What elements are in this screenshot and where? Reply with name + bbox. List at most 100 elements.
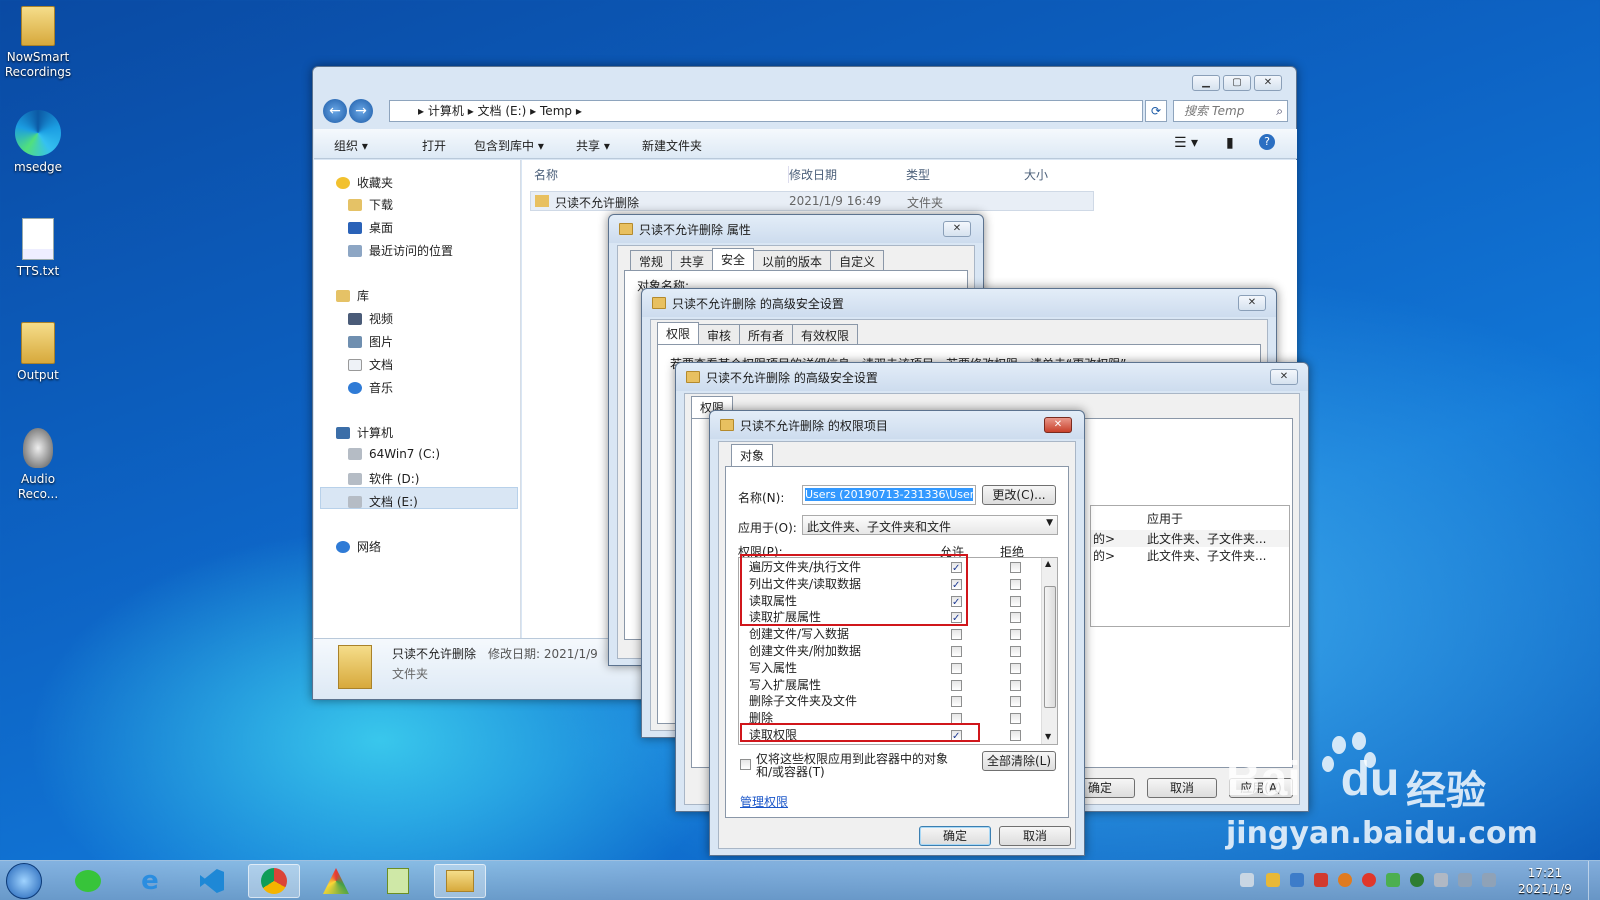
forward-icon[interactable]: → bbox=[349, 99, 373, 123]
desktop-icon-audio[interactable]: Audio Reco... bbox=[2, 428, 74, 502]
close-button[interactable]: ✕ bbox=[943, 221, 971, 237]
taskbar-notepad[interactable] bbox=[372, 864, 424, 898]
taskbar-explorer[interactable] bbox=[434, 864, 486, 898]
network-icon[interactable] bbox=[1458, 873, 1472, 887]
clear-all-button[interactable]: 全部清除(L) bbox=[982, 751, 1056, 771]
tab-general[interactable]: 常规 bbox=[630, 250, 673, 270]
cancel-button[interactable]: 取消 bbox=[1147, 778, 1217, 798]
deny-checkbox[interactable] bbox=[1010, 595, 1021, 607]
taskbar-ie[interactable]: e bbox=[124, 864, 176, 898]
column-header-type[interactable]: 类型 bbox=[906, 166, 930, 183]
deny-checkbox[interactable] bbox=[1010, 696, 1021, 708]
desktop-icon-tts[interactable]: TTS.txt bbox=[2, 218, 74, 279]
desktop-icon-output[interactable]: Output bbox=[2, 322, 74, 383]
share-button[interactable]: 共享 ▾ bbox=[576, 137, 610, 154]
close-button[interactable]: ✕ bbox=[1044, 417, 1072, 433]
tab-security[interactable]: 安全 bbox=[712, 248, 755, 270]
nav-music[interactable]: 音乐 bbox=[348, 379, 393, 396]
tab-auditing[interactable]: 审核 bbox=[698, 324, 741, 344]
column-header-modified[interactable]: 修改日期 bbox=[788, 166, 837, 183]
nav-desktop[interactable]: 桌面 bbox=[348, 219, 393, 236]
shield-icon[interactable] bbox=[1266, 873, 1280, 887]
taskbar-vscode[interactable] bbox=[186, 864, 238, 898]
scroll-down-icon[interactable]: ▼ bbox=[1045, 732, 1051, 741]
taskbar-chrome[interactable] bbox=[248, 864, 300, 898]
deny-checkbox[interactable] bbox=[1010, 629, 1021, 641]
nav-drive-c[interactable]: 64Win7 (C:) bbox=[348, 447, 440, 461]
allow-checkbox[interactable] bbox=[951, 646, 962, 657]
deny-checkbox[interactable] bbox=[1010, 662, 1021, 674]
nav-network[interactable]: 网络 bbox=[336, 538, 381, 555]
taskbar-app[interactable] bbox=[310, 864, 362, 898]
nav-drive-e[interactable]: 文档 (E:) bbox=[348, 493, 418, 510]
list-row[interactable]: 的> 此文件夹、子文件夹... bbox=[1091, 547, 1289, 564]
close-button[interactable]: ✕ bbox=[1238, 295, 1266, 311]
open-button[interactable]: 打开 bbox=[422, 137, 446, 154]
column-header-size[interactable]: 大小 bbox=[1024, 166, 1048, 183]
allow-checkbox[interactable] bbox=[951, 662, 962, 674]
close-button[interactable]: ✕ bbox=[1254, 75, 1282, 91]
tab-previous-versions[interactable]: 以前的版本 bbox=[753, 250, 832, 270]
tab-sharing[interactable]: 共享 bbox=[671, 250, 714, 270]
organize-button[interactable]: 组织 ▾ bbox=[334, 137, 368, 154]
nav-pictures[interactable]: 图片 bbox=[348, 333, 393, 350]
tray-app-icon[interactable] bbox=[1314, 873, 1328, 887]
desktop-icon-nowsmart[interactable]: NowSmart Recordings bbox=[2, 6, 74, 80]
file-row[interactable]: 只读不允许删除 2021/1/9 16:49 文件夹 bbox=[530, 191, 1094, 211]
scroll-up-icon[interactable]: ▲ bbox=[1045, 559, 1051, 568]
tab-effective-permissions[interactable]: 有效权限 bbox=[792, 324, 859, 344]
keyboard-icon[interactable] bbox=[1240, 873, 1254, 887]
nav-libraries[interactable]: 库 bbox=[336, 287, 369, 304]
name-field[interactable]: Users (20190713-231336\Users) bbox=[802, 485, 976, 505]
allow-checkbox[interactable] bbox=[951, 629, 962, 641]
deny-checkbox[interactable] bbox=[1010, 578, 1021, 590]
change-button[interactable]: 更改(C)... bbox=[982, 485, 1056, 505]
scrollbar[interactable]: ▲ ▼ bbox=[1041, 558, 1057, 744]
address-bar[interactable]: ▸ 计算机 ▸ 文档 (E:) ▸ Temp ▸ bbox=[389, 100, 1143, 122]
view-options-icon[interactable]: ☰ ▾ bbox=[1174, 135, 1198, 151]
deny-checkbox[interactable] bbox=[1010, 612, 1021, 624]
minimize-button[interactable]: ▁ bbox=[1192, 75, 1220, 91]
refresh-icon[interactable]: ⟳ bbox=[1145, 100, 1167, 122]
nav-favorites[interactable]: 收藏夹 bbox=[336, 174, 393, 191]
scroll-thumb[interactable] bbox=[1044, 586, 1056, 708]
deny-checkbox[interactable] bbox=[1010, 730, 1021, 741]
nav-drive-d[interactable]: 软件 (D:) bbox=[348, 470, 419, 487]
nav-documents[interactable]: 文档 bbox=[348, 356, 393, 373]
list-row[interactable]: 的> 此文件夹、子文件夹... bbox=[1091, 530, 1289, 547]
deny-checkbox[interactable] bbox=[1010, 713, 1021, 725]
close-button[interactable]: ✕ bbox=[1270, 369, 1298, 385]
taskbar-wechat[interactable] bbox=[62, 864, 114, 898]
search-input[interactable]: 搜索 Temp ⌕ bbox=[1173, 100, 1288, 122]
allow-checkbox[interactable] bbox=[951, 696, 962, 708]
desktop-icon-msedge[interactable]: msedge bbox=[2, 110, 74, 175]
back-icon[interactable]: ← bbox=[323, 99, 347, 123]
tab-customize[interactable]: 自定义 bbox=[830, 250, 885, 270]
deny-checkbox[interactable] bbox=[1010, 646, 1021, 657]
tray-app-icon[interactable] bbox=[1290, 873, 1304, 887]
nav-recent[interactable]: 最近访问的位置 bbox=[348, 242, 453, 259]
breadcrumb-folder[interactable]: Temp bbox=[540, 104, 572, 118]
apply-to-select[interactable]: 此文件夹、子文件夹和文件 ▼ bbox=[802, 515, 1058, 535]
start-button[interactable] bbox=[6, 863, 42, 899]
tab-permissions[interactable]: 权限 bbox=[657, 322, 700, 344]
deny-checkbox[interactable] bbox=[1010, 562, 1021, 573]
allow-checkbox[interactable] bbox=[951, 679, 962, 691]
search-icon[interactable] bbox=[1338, 873, 1352, 887]
volume-icon[interactable] bbox=[1482, 873, 1496, 887]
ok-button[interactable]: 确定 bbox=[919, 826, 991, 846]
nav-computer[interactable]: 计算机 bbox=[336, 424, 393, 441]
new-folder-button[interactable]: 新建文件夹 bbox=[642, 137, 702, 154]
clock[interactable]: 17:21 2021/1/9 bbox=[1510, 865, 1580, 897]
maximize-button[interactable]: ▢ bbox=[1223, 75, 1251, 91]
help-icon[interactable]: ? bbox=[1259, 134, 1275, 150]
breadcrumb-drive[interactable]: 文档 (E:) bbox=[478, 104, 527, 118]
only-apply-checkbox[interactable] bbox=[740, 759, 751, 770]
column-header-name[interactable]: 名称 bbox=[534, 166, 558, 183]
preview-pane-icon[interactable]: ▮ bbox=[1226, 135, 1234, 151]
tab-object[interactable]: 对象 bbox=[731, 444, 774, 466]
breadcrumb-computer[interactable]: 计算机 bbox=[428, 104, 464, 118]
include-library-button[interactable]: 包含到库中 ▾ bbox=[474, 137, 544, 154]
deny-checkbox[interactable] bbox=[1010, 679, 1021, 691]
tray-app-icon[interactable] bbox=[1386, 873, 1400, 887]
